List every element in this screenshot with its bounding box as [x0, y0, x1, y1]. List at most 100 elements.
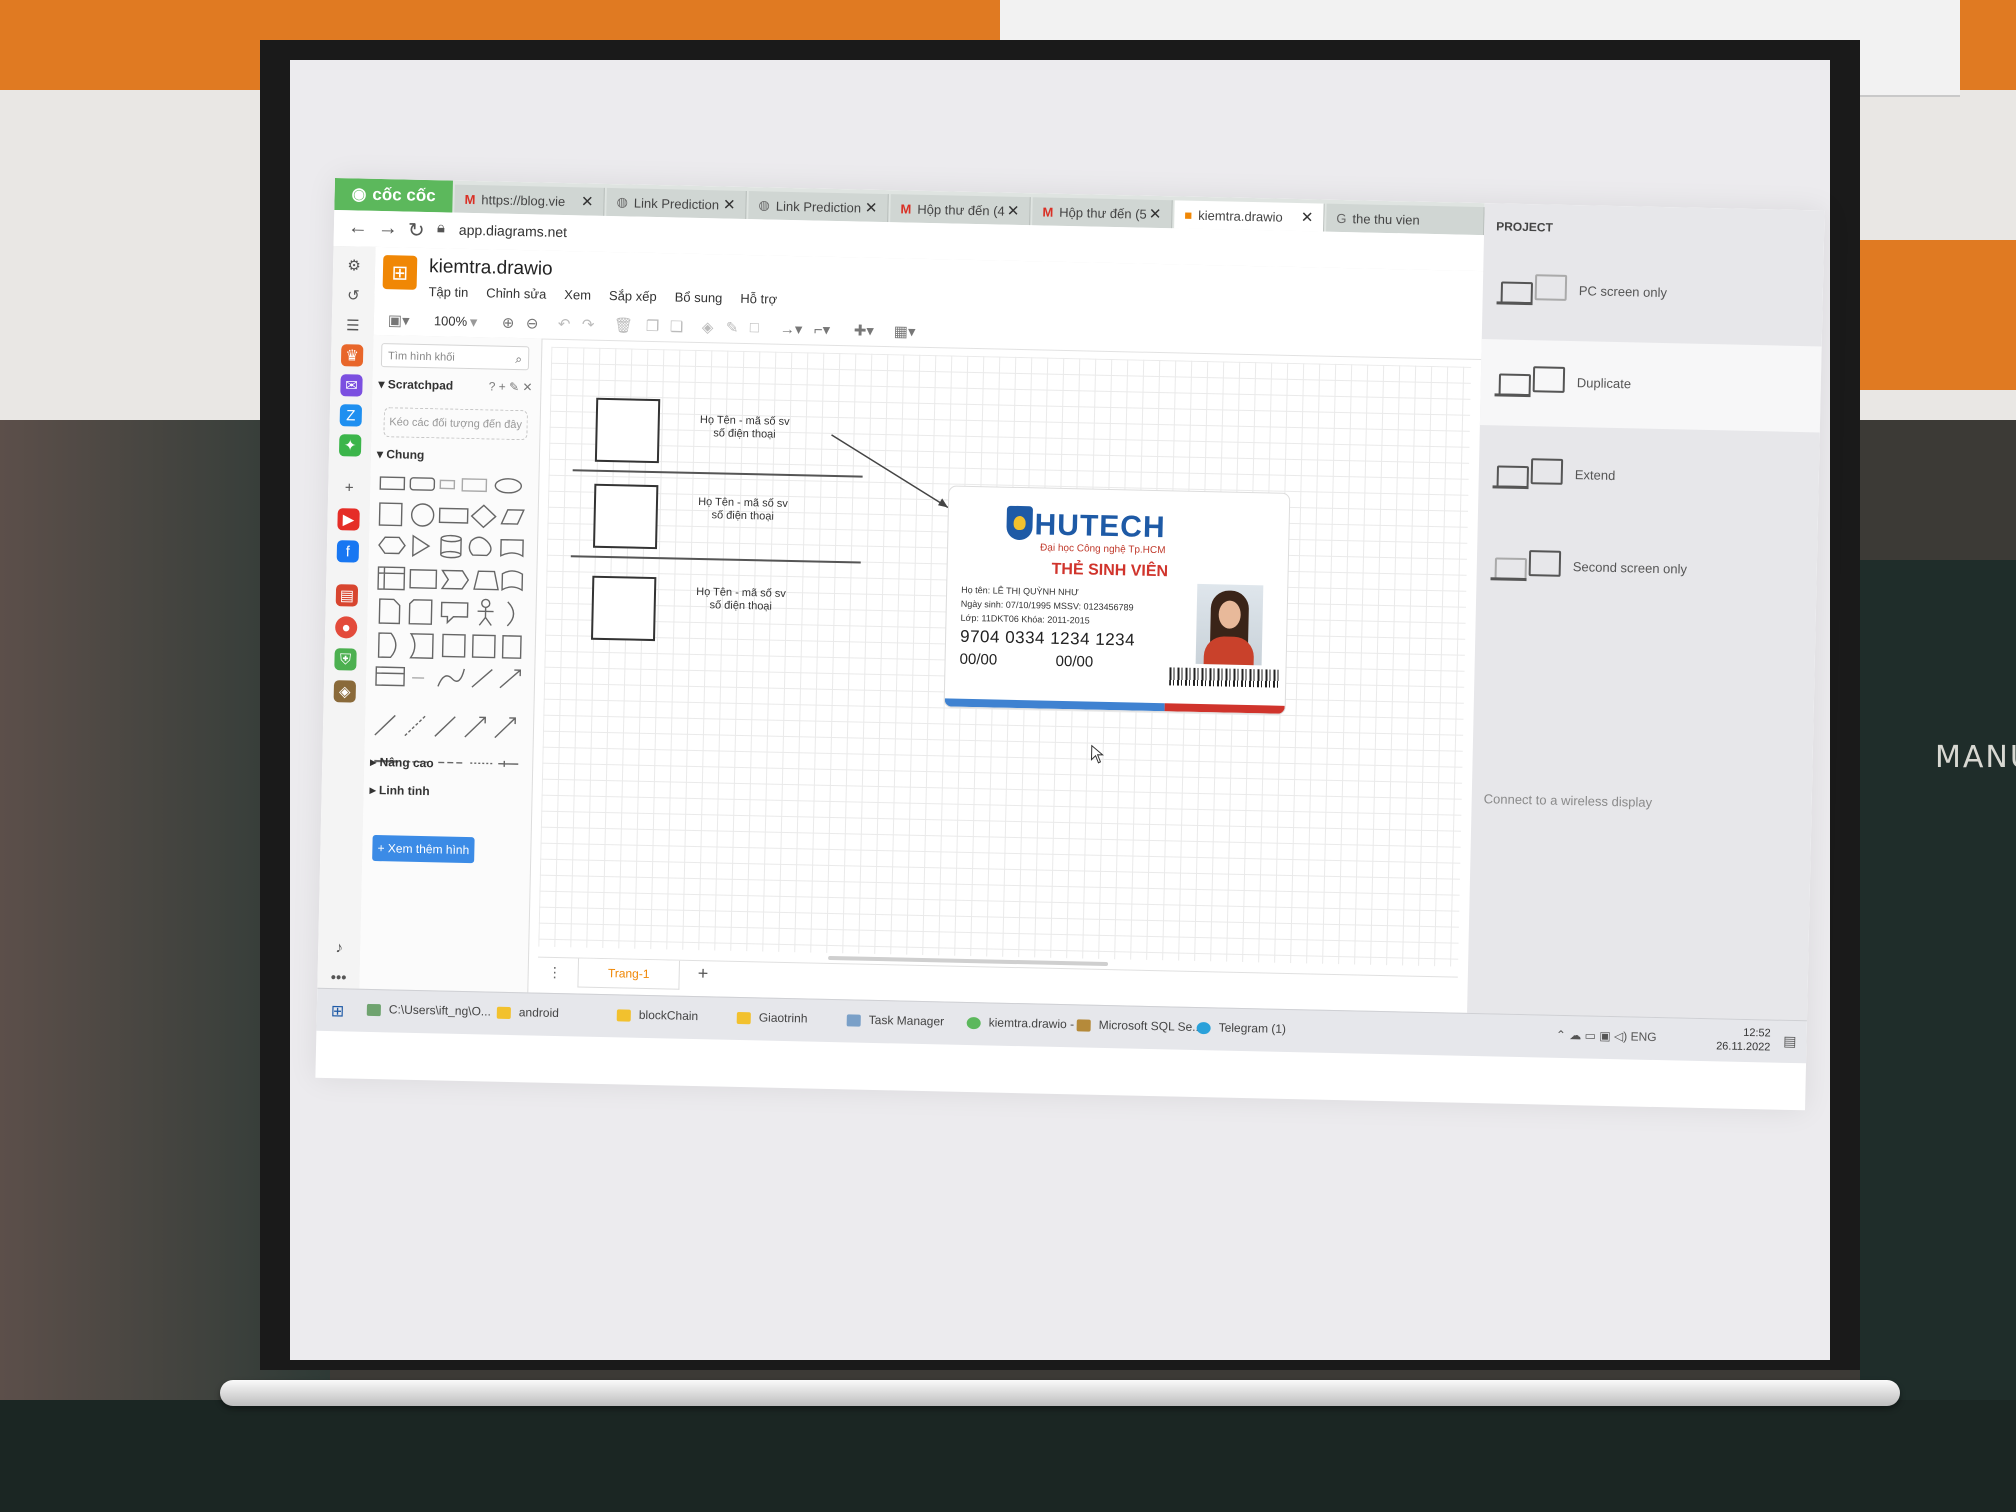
scratchpad-header[interactable]: ▾ Scratchpad	[378, 377, 453, 393]
zoom-out-icon[interactable]: ⊖	[526, 314, 539, 332]
browser-tab[interactable]: M Hộp thư đến (5 ✕	[1032, 197, 1173, 229]
zalo-icon[interactable]: Z	[339, 404, 363, 427]
close-icon[interactable]: ✕	[723, 195, 736, 213]
add-icon[interactable]: +	[338, 476, 360, 498]
more-shapes-button[interactable]: + Xem thêm hình	[372, 834, 475, 864]
history-icon[interactable]: ↺	[342, 284, 364, 306]
misc-section-header[interactable]: ▸ Linh tinh	[370, 783, 430, 798]
facebook-icon[interactable]: f	[336, 540, 360, 563]
connector-palette[interactable]	[370, 709, 521, 782]
more-icon[interactable]: •••	[327, 966, 349, 988]
app-icon[interactable]: ▤	[335, 584, 359, 607]
shape-palette[interactable]	[371, 469, 526, 712]
photo-placeholder-box[interactable]	[590, 575, 657, 642]
back-icon[interactable]: ←	[348, 216, 368, 239]
undo-icon[interactable]: ↶	[558, 315, 571, 333]
taskbar-item[interactable]: Task Manager	[846, 1012, 944, 1028]
photo-placeholder-box[interactable]	[592, 483, 659, 550]
chevron-down-icon[interactable]: ▾	[470, 313, 478, 331]
student-label[interactable]: Họ Tên - mã số sv số điện thoại	[686, 586, 797, 614]
reload-icon[interactable]: ↻	[408, 218, 425, 243]
to-back-icon[interactable]: ❏	[670, 317, 684, 335]
page-tab-1[interactable]: Trang-1	[577, 958, 681, 990]
browser-tab[interactable]: M Hộp thư đến (4 ✕	[890, 194, 1031, 226]
taskbar-item[interactable]: Giaotrinh	[736, 1010, 808, 1026]
connect-wireless-display-link[interactable]: Connect to a wireless display	[1484, 791, 1653, 810]
scratchpad-tools[interactable]: ? + ✎ ✕	[489, 379, 533, 394]
volume-icon[interactable]: ◁)	[1614, 1029, 1628, 1043]
project-option-pc-screen-only[interactable]: PC screen only	[1482, 247, 1824, 340]
browser-tab-active[interactable]: ■ kiemtra.drawio ✕	[1174, 200, 1325, 232]
menu-help[interactable]: Hỗ trợ	[740, 291, 777, 307]
notes-icon[interactable]: ☰	[342, 314, 364, 336]
project-option-duplicate[interactable]: Duplicate	[1479, 339, 1822, 433]
search-icon[interactable]: ⌕	[515, 347, 522, 371]
menu-view[interactable]: Xem	[564, 287, 591, 303]
windows-start-icon[interactable]: ⊞	[331, 1001, 345, 1021]
insert-icon[interactable]: ✚▾	[854, 321, 874, 339]
taskbar-item[interactable]: Telegram (1)	[1196, 1020, 1286, 1036]
youtube-icon[interactable]: ▶	[337, 508, 360, 531]
forward-icon[interactable]: →	[378, 217, 398, 240]
shadow-icon[interactable]: □	[750, 319, 759, 336]
menu-extras[interactable]: Bổ sung	[675, 289, 723, 305]
taskbar-item[interactable]: blockChain	[616, 1007, 698, 1023]
photo-placeholder-box[interactable]	[594, 397, 661, 464]
divider-line[interactable]	[570, 555, 861, 564]
line-color-icon[interactable]: ✎	[726, 319, 739, 337]
student-label[interactable]: Họ Tên - mã số sv số điện thoại	[688, 496, 799, 524]
close-icon[interactable]: ✕	[581, 192, 594, 210]
taskbar-item[interactable]: C:\Users\ift_ng\O...	[366, 1002, 491, 1019]
fill-color-icon[interactable]: ◈	[702, 318, 714, 336]
settings-icon[interactable]: ⚙	[343, 254, 365, 276]
bell-icon[interactable]: ♪	[328, 936, 350, 958]
menu-arrange[interactable]: Sắp xếp	[609, 288, 657, 304]
battery-icon[interactable]: ▭	[1584, 1028, 1596, 1042]
project-option-extend[interactable]: Extend	[1478, 431, 1820, 524]
shape-search-input[interactable]: Tìm hình khối ⌕	[380, 343, 530, 371]
zoom-select[interactable]: 100%	[434, 313, 468, 329]
connection-icon[interactable]: →▾	[780, 320, 803, 338]
waypoints-icon[interactable]: ⌐▾	[814, 320, 831, 338]
taskbar-item[interactable]: kiemtra.drawio - ...	[966, 1015, 1088, 1032]
coccoc-logo[interactable]: ◉ cốc cốc	[334, 178, 453, 213]
redo-icon[interactable]: ↷	[582, 315, 595, 333]
browser-tab[interactable]: ◍ Link Prediction ✕	[606, 187, 747, 219]
advanced-section-header[interactable]: ▸ Nâng cao	[370, 755, 434, 770]
game-icon[interactable]: ✦	[338, 434, 362, 457]
project-option-second-screen-only[interactable]: Second screen only	[1476, 523, 1818, 616]
notification-icon[interactable]: ▤	[1783, 1033, 1797, 1050]
divider-line[interactable]	[572, 469, 863, 478]
app-icon[interactable]: ●	[334, 616, 358, 639]
close-icon[interactable]: ✕	[865, 199, 878, 217]
browser-tab[interactable]: Mhttps://blog.vie ✕	[454, 184, 605, 216]
shield-icon[interactable]: ⛨	[334, 648, 357, 671]
chevron-up-icon[interactable]: ⌃	[1556, 1028, 1566, 1042]
system-clock[interactable]: 12:52 26.11.2022	[1716, 1025, 1771, 1054]
general-section-header[interactable]: ▾ Chung	[377, 447, 425, 462]
menu-edit[interactable]: Chỉnh sửa	[486, 285, 546, 301]
student-label[interactable]: Họ Tên - mã số sv số điện thoại	[689, 414, 800, 442]
menu-file[interactable]: Tập tin	[428, 284, 468, 300]
messenger-icon[interactable]: ✉	[340, 374, 363, 397]
file-title[interactable]: kiemtra.drawio	[429, 256, 553, 281]
cloud-icon[interactable]: ☁	[1569, 1028, 1581, 1042]
taskbar-item[interactable]: android	[496, 1005, 559, 1020]
system-tray[interactable]: ⌃ ☁ ▭ ▣ ◁) ENG	[1556, 1028, 1657, 1044]
language-indicator[interactable]: ENG	[1630, 1029, 1656, 1044]
table-icon[interactable]: ▦▾	[894, 322, 916, 340]
url-text[interactable]: app.diagrams.net	[459, 222, 568, 240]
pages-menu-icon[interactable]: ⋮	[548, 964, 562, 981]
to-front-icon[interactable]: ❐	[646, 317, 660, 335]
delete-icon[interactable]: 🗑︎	[614, 316, 633, 334]
browser-tab[interactable]: Gthe thu vien	[1326, 203, 1485, 236]
crown-icon[interactable]: ♛	[340, 344, 364, 367]
format-panel-icon[interactable]: ▣▾	[388, 311, 410, 329]
taskbar-item[interactable]: Microsoft SQL Se...	[1076, 1017, 1202, 1034]
app-icon[interactable]: ◈	[333, 680, 357, 703]
close-icon[interactable]: ✕	[1301, 208, 1314, 226]
add-page-icon[interactable]: +	[698, 963, 709, 984]
student-card-image[interactable]: HUTECH Đại học Công nghệ Tp.HCM THẺ SINH…	[943, 485, 1291, 715]
connector-arrow[interactable]	[828, 433, 960, 516]
network-icon[interactable]: ▣	[1599, 1029, 1611, 1043]
